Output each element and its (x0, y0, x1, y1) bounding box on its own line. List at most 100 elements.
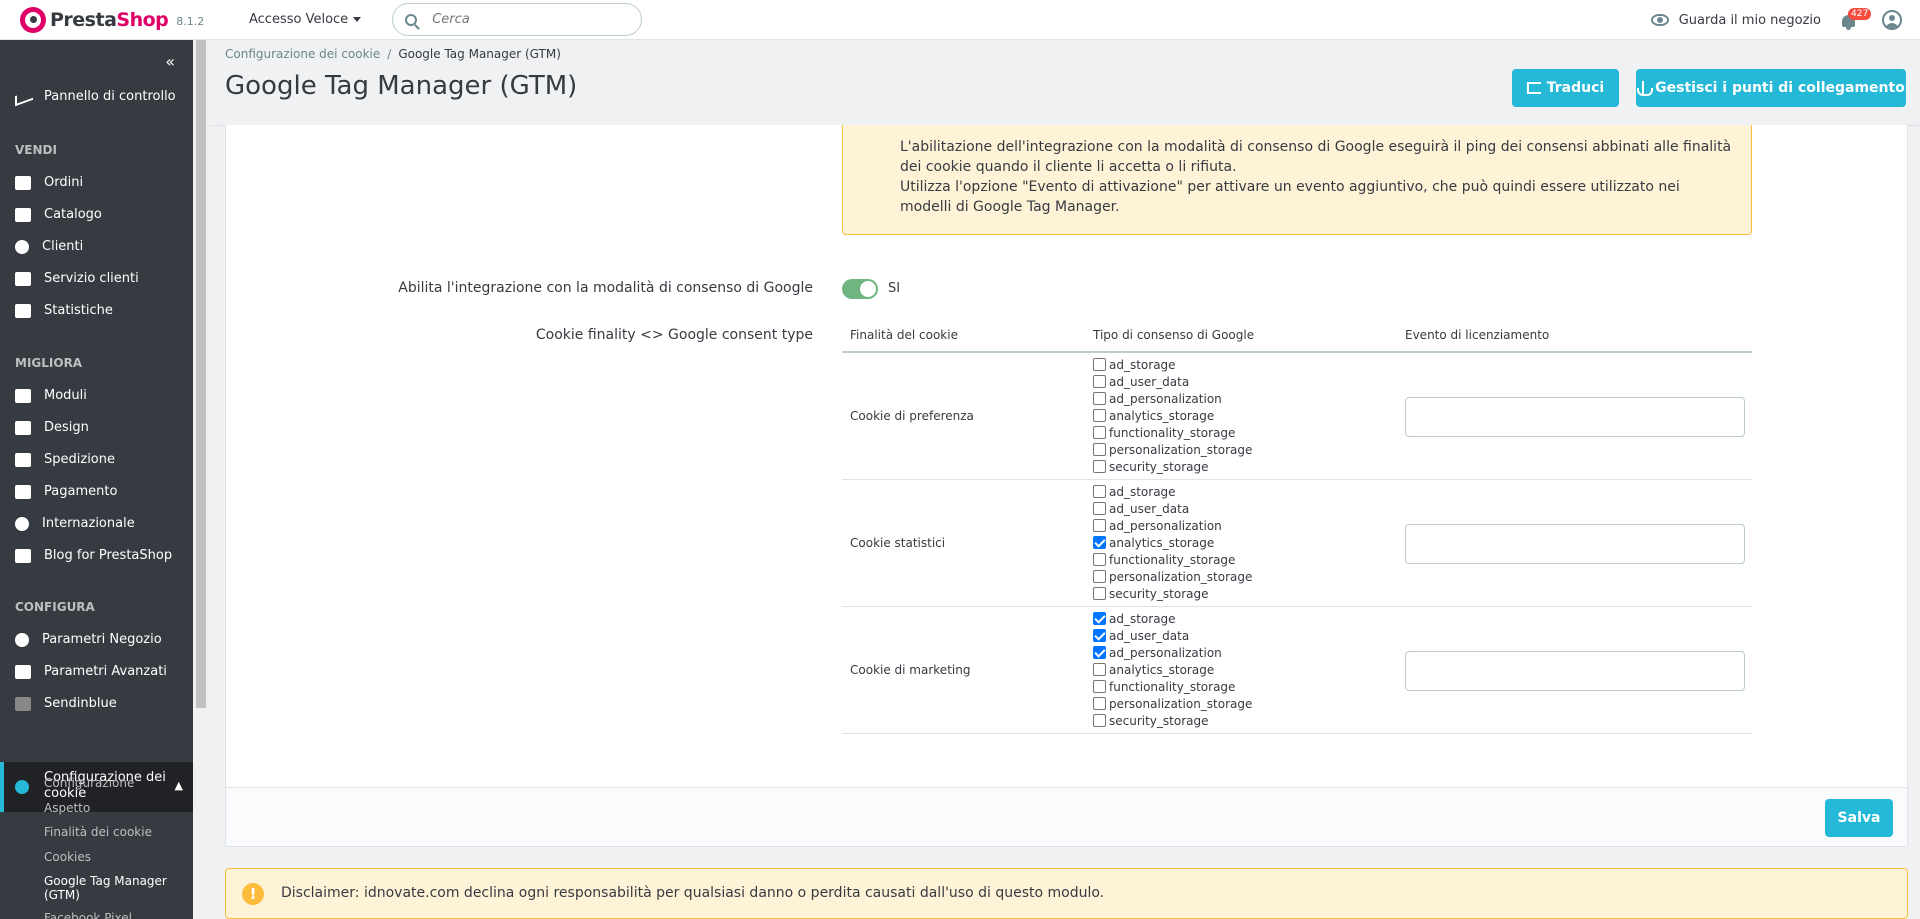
translate-button[interactable]: Traduci (1512, 69, 1619, 107)
checkbox-row[interactable]: ad_user_data (1093, 500, 1252, 517)
checkbox-row[interactable]: ad_user_data (1093, 627, 1252, 644)
sidebar-item-advanced-parameters[interactable]: Parametri Avanzati (0, 664, 193, 679)
checkbox[interactable] (1093, 392, 1106, 405)
notifications-badge: 427 (1848, 8, 1872, 20)
sidebar-item-international[interactable]: Internazionale (0, 516, 193, 531)
checkbox-row[interactable]: security_storage (1093, 712, 1252, 729)
checkbox-row[interactable]: security_storage (1093, 585, 1252, 602)
breadcrumb-parent[interactable]: Configurazione dei cookie (225, 47, 380, 61)
checkbox-checked[interactable] (1093, 646, 1106, 659)
settings-icon (15, 632, 29, 647)
checkbox-checked[interactable] (1093, 536, 1106, 549)
sidebar-item-design[interactable]: Design (0, 420, 193, 435)
credit-card-icon (15, 484, 31, 499)
checkbox-row[interactable]: ad_personalization (1093, 644, 1252, 661)
checkbox-checked[interactable] (1093, 629, 1106, 642)
sidebar-item-stats[interactable]: Statistiche (0, 303, 193, 318)
checkbox[interactable] (1093, 680, 1106, 693)
sidebar-item-customers[interactable]: Clienti (0, 239, 193, 254)
checkbox-row[interactable]: security_storage (1093, 458, 1252, 475)
checkbox-row[interactable]: functionality_storage (1093, 424, 1252, 441)
checkbox[interactable] (1093, 426, 1106, 439)
sidebar-sub-cookies[interactable]: Cookies (44, 850, 91, 864)
sidebar-item-payment[interactable]: Pagamento (0, 484, 193, 499)
disclaimer-alert: ! Disclaimer: idnovate.com declina ogni … (225, 868, 1908, 919)
checkbox[interactable] (1093, 553, 1106, 566)
trigger-event-input-statistics[interactable] (1405, 524, 1745, 564)
collapse-sidebar-icon[interactable]: « (165, 52, 175, 71)
checkbox[interactable] (1093, 697, 1106, 710)
consent-mode-switch[interactable] (842, 279, 878, 299)
quick-access-dropdown[interactable]: Accesso Veloce (249, 12, 362, 27)
trigger-event-input-marketing[interactable] (1405, 651, 1745, 691)
checkbox-label: ad_user_data (1109, 501, 1190, 516)
sidebar-sub-cookie-finality[interactable]: Finalità dei cookie (44, 825, 152, 839)
sidebar-sub-facebook-pixel[interactable]: Facebook Pixel (44, 911, 132, 919)
checkbox-checked[interactable] (1093, 612, 1106, 625)
prestashop-logo[interactable]: PrestaShop 8.1.2 (20, 6, 226, 33)
save-button[interactable]: Salva (1825, 799, 1893, 837)
checkbox-label: ad_personalization (1109, 518, 1222, 533)
sidebar-item-catalog[interactable]: Catalogo (0, 207, 193, 222)
sidebar-item-orders[interactable]: Ordini (0, 175, 193, 190)
monitor-icon (15, 420, 31, 435)
page-title: Google Tag Manager (GTM) (225, 71, 578, 101)
sidebar-item-blog[interactable]: Blog for PrestaShop (0, 548, 193, 563)
info-alert-line2: Utilizza l'opzione "Evento di attivazion… (900, 179, 1680, 215)
row-label-statistics: Cookie statistici (850, 536, 946, 550)
manage-hooks-button[interactable]: Gestisci i punti di collegamento (1636, 69, 1906, 107)
sidebar-item-shipping[interactable]: Spedizione (0, 452, 193, 467)
checkbox[interactable] (1093, 443, 1106, 456)
checkbox[interactable] (1093, 409, 1106, 422)
checkbox[interactable] (1093, 519, 1106, 532)
checkbox-row[interactable]: personalization_storage (1093, 695, 1252, 712)
checkbox[interactable] (1093, 460, 1106, 473)
view-shop-link[interactable]: Guarda il mio negozio (1650, 13, 1821, 28)
checkbox-row[interactable]: analytics_storage (1093, 661, 1252, 678)
sidebar-item-customer-service[interactable]: Servizio clienti (0, 271, 193, 286)
checkbox-row[interactable]: ad_personalization (1093, 390, 1252, 407)
checkbox[interactable] (1093, 587, 1106, 600)
sidebar-item-dashboard[interactable]: Pannello di controllo (0, 89, 193, 104)
mapping-label: Cookie finality <> Google consent type (535, 327, 813, 343)
search-box[interactable] (392, 3, 643, 36)
notifications-button[interactable]: 427 (1839, 8, 1872, 30)
sidebar-sub-appearance[interactable]: Aspetto (44, 801, 90, 815)
checkbox[interactable] (1093, 485, 1106, 498)
book-icon (15, 548, 31, 563)
checkbox-label: functionality_storage (1109, 425, 1236, 440)
search-input[interactable] (432, 12, 613, 27)
checkbox-row[interactable]: personalization_storage (1093, 568, 1252, 585)
checkbox-label: analytics_storage (1109, 535, 1215, 550)
sidebar-item-sendinblue[interactable]: Sendinblue (0, 696, 193, 711)
checkbox-row[interactable]: ad_storage (1093, 610, 1252, 627)
checkbox-row[interactable]: ad_user_data (1093, 373, 1252, 390)
checkbox[interactable] (1093, 570, 1106, 583)
trigger-event-input-preferences[interactable] (1405, 397, 1745, 437)
checkbox[interactable] (1093, 663, 1106, 676)
checkbox-row[interactable]: personalization_storage (1093, 441, 1252, 458)
checkbox[interactable] (1093, 375, 1106, 388)
truck-icon (15, 452, 31, 467)
checkbox-label: functionality_storage (1109, 679, 1236, 694)
checkbox-row[interactable]: functionality_storage (1093, 551, 1252, 568)
checkbox[interactable] (1093, 714, 1106, 727)
checkbox[interactable] (1093, 358, 1106, 371)
sidebar-item-modules[interactable]: Moduli (0, 388, 193, 403)
checkbox-row[interactable]: analytics_storage (1093, 534, 1252, 551)
sidebar-item-shop-parameters[interactable]: Parametri Negozio (0, 632, 193, 647)
checkbox-row[interactable]: ad_storage (1093, 356, 1252, 373)
checkbox-row[interactable]: functionality_storage (1093, 678, 1252, 695)
checkbox-row[interactable]: ad_storage (1093, 483, 1252, 500)
checkbox[interactable] (1093, 502, 1106, 515)
user-account-icon[interactable] (1882, 10, 1902, 30)
checkbox-label: analytics_storage (1109, 662, 1215, 677)
sidebar-sub-gtm[interactable]: Google Tag Manager (GTM) (44, 874, 167, 902)
anchor-icon (1637, 81, 1654, 96)
consent-mode-info-alert: L'abilitazione dell'integrazione con la … (842, 125, 1752, 235)
checkbox-row[interactable]: analytics_storage (1093, 407, 1252, 424)
sidebar-sub-configuration[interactable]: Configurazione (44, 776, 134, 790)
sidebar-scrollbar-thumb[interactable] (196, 40, 206, 708)
checkbox-row[interactable]: ad_personalization (1093, 517, 1252, 534)
globe-icon (15, 516, 29, 531)
